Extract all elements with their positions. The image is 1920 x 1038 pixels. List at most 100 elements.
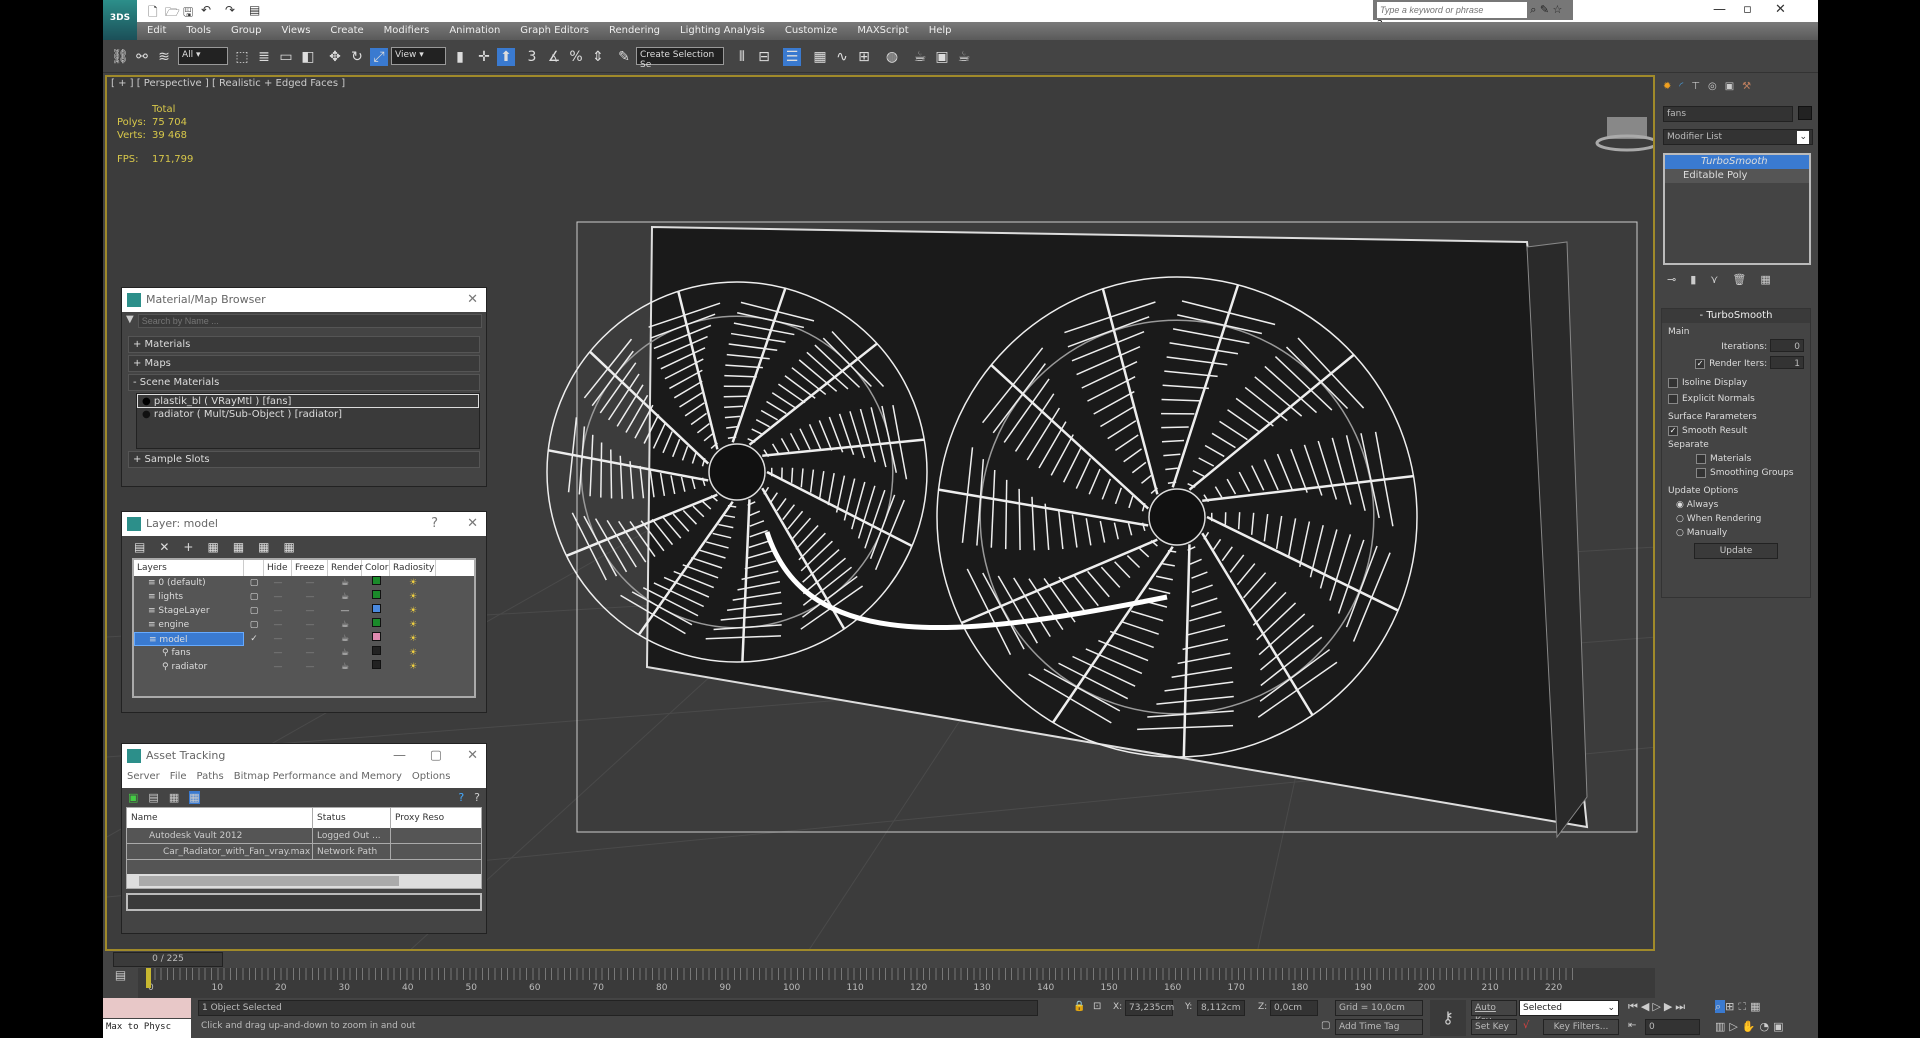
hide-toggle[interactable]: — bbox=[264, 590, 292, 604]
render-teapot-icon[interactable]: ☕ bbox=[328, 646, 362, 660]
manually-radio[interactable]: ○ Manually bbox=[1668, 526, 1804, 540]
hide-toggle[interactable]: — bbox=[264, 604, 292, 618]
hide-toggle[interactable]: — bbox=[264, 618, 292, 632]
menu-views[interactable]: Views bbox=[271, 22, 320, 40]
hierarchy-tab-icon[interactable]: ⊤ bbox=[1691, 81, 1700, 92]
z-coordinate-field[interactable]: 0,0cm bbox=[1270, 1000, 1318, 1016]
menu-maxscript[interactable]: MAXScript bbox=[847, 22, 918, 40]
configure-sets-icon[interactable]: ▦ bbox=[1760, 273, 1770, 286]
hide-all-icon[interactable]: ▦ bbox=[258, 540, 269, 554]
hide-toggle[interactable]: — bbox=[264, 632, 292, 646]
sample-slots-category[interactable]: + Sample Slots bbox=[128, 451, 480, 468]
object-color-swatch[interactable] bbox=[1798, 106, 1812, 120]
radiosity-sun-icon[interactable]: ☀ bbox=[390, 632, 436, 646]
show-end-result-icon[interactable]: ▮ bbox=[1690, 273, 1696, 286]
asset-menu-item[interactable]: Bitmap Performance and Memory bbox=[234, 768, 402, 788]
list-view-icon[interactable]: ▤ bbox=[148, 791, 158, 804]
menu-tools[interactable]: Tools bbox=[176, 22, 221, 40]
column-status[interactable]: Status bbox=[313, 808, 391, 828]
bind-space-warp-icon[interactable]: ≋ bbox=[155, 48, 173, 66]
asset-tracking-titlebar[interactable]: Asset Tracking — ▢ ✕ bbox=[122, 744, 486, 768]
menu-help[interactable]: Help bbox=[919, 22, 962, 40]
minimize-button[interactable]: — bbox=[1713, 2, 1726, 17]
pivot-icon[interactable]: ▮ bbox=[451, 48, 469, 66]
highlight-layer-icon[interactable]: ▦ bbox=[233, 540, 244, 554]
layer-manager-icon[interactable]: ☰ bbox=[783, 48, 801, 66]
snaps-toggle-icon[interactable]: 3 bbox=[523, 48, 541, 66]
radiosity-sun-icon[interactable]: ☀ bbox=[390, 604, 436, 618]
key-filters-button[interactable]: Key Filters... bbox=[1543, 1019, 1619, 1035]
menu-group[interactable]: Group bbox=[221, 22, 271, 40]
layer-row[interactable]: ≡ lights ▢ — — ☕ ☀ bbox=[134, 590, 474, 604]
scale-icon[interactable]: ⤢ bbox=[370, 48, 388, 66]
redo-icon[interactable]: ↷ bbox=[225, 3, 235, 17]
render-iters-checkbox[interactable]: ✓ bbox=[1695, 358, 1706, 369]
rendered-frame-window-icon[interactable]: ▣ bbox=[933, 48, 951, 66]
current-frame-field[interactable]: 0 bbox=[1645, 1019, 1700, 1035]
select-object-icon[interactable]: ⬚ bbox=[233, 48, 251, 66]
material-browser-titlebar[interactable]: Material/Map Browser ✕ bbox=[122, 288, 486, 312]
rollout-header[interactable]: - TurboSmooth bbox=[1662, 309, 1810, 323]
project-icon[interactable]: ▤ bbox=[249, 3, 260, 17]
menu-modifiers[interactable]: Modifiers bbox=[374, 22, 440, 40]
stack-item-turbosmooth[interactable]: TurboSmooth bbox=[1665, 155, 1809, 169]
material-item[interactable]: ● radiator ( Mult/Sub-Object ) [radiator… bbox=[137, 408, 479, 422]
layer-column-header[interactable]: Color bbox=[362, 560, 390, 576]
smooth-result-checkbox[interactable]: ✓ bbox=[1668, 425, 1678, 436]
current-layer-check-icon[interactable]: ✓ bbox=[244, 632, 264, 646]
make-unique-icon[interactable]: ⋎ bbox=[1710, 273, 1718, 286]
maximize-icon[interactable]: ▢ bbox=[430, 744, 442, 768]
iterations-spinner[interactable]: 0 bbox=[1770, 339, 1804, 352]
track-bar[interactable]: ▤ 0 10 20 30 40 50 60 70 80 90 100 110 120 130 140 150 1… bbox=[103, 968, 1655, 998]
x-coordinate-field[interactable]: 73,235cm bbox=[1125, 1000, 1174, 1016]
create-tab-icon[interactable]: ✹ bbox=[1663, 81, 1671, 92]
when-rendering-radio[interactable]: ○ When Rendering bbox=[1668, 512, 1804, 526]
always-radio[interactable]: ◉ Always bbox=[1668, 498, 1804, 512]
layer-row[interactable]: ⚲ radiator — — ☕ ☀ bbox=[134, 660, 474, 674]
set-current-checkbox[interactable]: ▢ bbox=[244, 604, 264, 618]
render-teapot-icon[interactable]: — bbox=[328, 604, 362, 618]
set-key-button[interactable]: Set Key bbox=[1471, 1019, 1517, 1035]
layer-column-header[interactable]: Layers bbox=[134, 560, 244, 576]
close-button[interactable]: ✕ bbox=[1775, 2, 1786, 17]
motion-tab-icon[interactable]: ◎ bbox=[1708, 81, 1717, 92]
smoothing-groups-checkbox[interactable] bbox=[1696, 467, 1706, 478]
options-menu-icon[interactable]: ▼ bbox=[126, 314, 134, 328]
scene-explorer-icon[interactable]: ▦ bbox=[811, 48, 829, 66]
menu-graph-editors[interactable]: Graph Editors bbox=[510, 22, 599, 40]
remove-modifier-icon[interactable]: 🗑 bbox=[1732, 273, 1746, 286]
layer-color-swatch[interactable] bbox=[362, 618, 390, 632]
asset-menu-item[interactable]: File bbox=[170, 768, 187, 788]
radiosity-sun-icon[interactable]: ☀ bbox=[390, 618, 436, 632]
current-frame-marker[interactable] bbox=[146, 968, 151, 988]
menu-create[interactable]: Create bbox=[320, 22, 373, 40]
move-icon[interactable]: ✥ bbox=[326, 48, 344, 66]
radiosity-sun-icon[interactable]: ☀ bbox=[390, 660, 436, 674]
schematic-view-icon[interactable]: ⊞ bbox=[855, 48, 873, 66]
time-config-icon[interactable]: ⇤ bbox=[1628, 1020, 1636, 1031]
viewport-label[interactable]: [ + ] [ Perspective ] [ Realistic + Edge… bbox=[111, 78, 345, 89]
layer-row[interactable]: ≡ model ✓ — — ☕ ☀ bbox=[134, 632, 474, 646]
layer-column-header[interactable]: Radiosity bbox=[390, 560, 436, 576]
curve-editor-mini-icon[interactable]: ▤ bbox=[103, 968, 138, 998]
asset-path-field[interactable] bbox=[126, 893, 482, 911]
align-icon[interactable]: ⊟ bbox=[755, 48, 773, 66]
y-coordinate-field[interactable]: 8,112cm bbox=[1197, 1000, 1245, 1016]
menu-edit[interactable]: Edit bbox=[137, 22, 176, 40]
render-teapot-icon[interactable]: ☕ bbox=[328, 590, 362, 604]
add-time-tag[interactable]: Add Time Tag bbox=[1335, 1019, 1423, 1035]
maxscript-input[interactable]: Max to Physc bbox=[103, 1019, 191, 1038]
selection-filter-dropdown[interactable]: All ▾ bbox=[178, 47, 228, 65]
menu-animation[interactable]: Animation bbox=[439, 22, 510, 40]
key-tangent-icon[interactable]: √ bbox=[1523, 1020, 1529, 1031]
close-icon[interactable]: ✕ bbox=[467, 512, 478, 536]
freeze-toggle[interactable]: — bbox=[292, 632, 328, 646]
freeze-toggle[interactable]: — bbox=[292, 590, 328, 604]
absolute-mode-icon[interactable]: ⊡ bbox=[1093, 1001, 1101, 1012]
manipulate-icon[interactable]: ✛ bbox=[475, 48, 493, 66]
set-current-checkbox[interactable]: ▢ bbox=[244, 618, 264, 632]
keyboard-shortcut-override-icon[interactable]: ⬆ bbox=[497, 48, 515, 66]
layer-row[interactable]: ⚲ fans — — ☕ ☀ bbox=[134, 646, 474, 660]
playback-controls[interactable]: ⏮◀▷▶⏭ bbox=[1628, 1000, 1688, 1014]
freeze-toggle[interactable]: — bbox=[292, 660, 328, 674]
